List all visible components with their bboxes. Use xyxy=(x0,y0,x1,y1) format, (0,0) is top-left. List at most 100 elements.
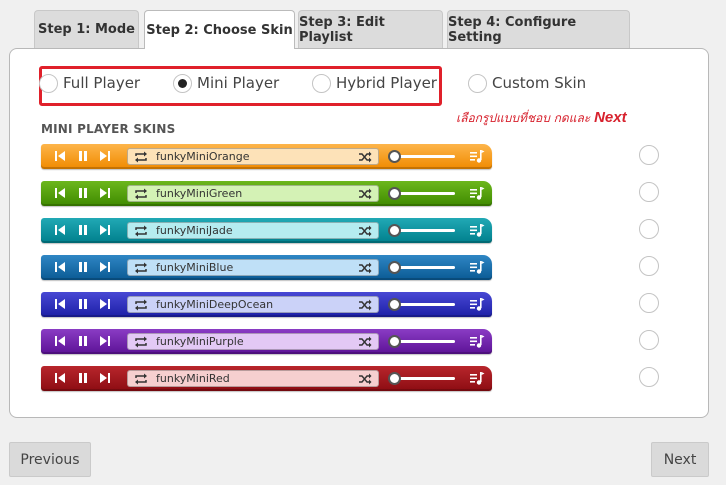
volume-track xyxy=(393,229,455,232)
track-display: funkyMiniRed xyxy=(127,370,379,387)
playlist-icon[interactable] xyxy=(469,186,485,201)
skin-name: funkyMiniPurple xyxy=(156,335,244,348)
volume-track xyxy=(393,192,455,195)
skip-forward-icon xyxy=(98,334,112,348)
skip-forward-icon xyxy=(98,186,112,200)
pause-icon xyxy=(76,334,90,348)
section-title: MINI PLAYER SKINS xyxy=(41,122,176,136)
skin-preview[interactable]: funkyMiniBlue xyxy=(41,255,492,280)
volume-knob[interactable] xyxy=(388,187,401,200)
skip-forward-icon xyxy=(98,260,112,274)
skin-radio[interactable] xyxy=(639,219,659,239)
skin-preview[interactable]: funkyMiniDeepOcean xyxy=(41,292,492,317)
skip-forward-icon xyxy=(98,371,112,385)
option-label: Hybrid Player xyxy=(336,74,437,92)
option-label: Mini Player xyxy=(197,74,280,92)
skip-back-icon xyxy=(53,149,67,163)
volume-track xyxy=(393,377,455,380)
skin-radio[interactable] xyxy=(639,182,659,202)
shuffle-icon xyxy=(359,225,372,237)
playlist-icon[interactable] xyxy=(469,371,485,386)
option-custom-skin[interactable]: Custom Skin xyxy=(468,71,586,95)
repeat-icon xyxy=(135,299,147,311)
playlist-icon[interactable] xyxy=(469,149,485,164)
volume-knob[interactable] xyxy=(388,150,401,163)
annotation-text: เลือกรูปแบบที่ชอบ กดและ xyxy=(456,111,595,125)
option-label: Full Player xyxy=(63,74,141,92)
tab-choose-skin[interactable]: Step 2: Choose Skin xyxy=(144,10,295,49)
repeat-icon xyxy=(135,151,147,163)
pause-icon xyxy=(76,223,90,237)
track-display: funkyMiniJade xyxy=(127,222,379,239)
track-display: funkyMiniGreen xyxy=(127,185,379,202)
shuffle-icon xyxy=(359,336,372,348)
pause-icon xyxy=(76,149,90,163)
track-display: funkyMiniOrange xyxy=(127,148,379,165)
pause-icon xyxy=(76,371,90,385)
skin-radio[interactable] xyxy=(639,293,659,313)
shuffle-icon xyxy=(359,373,372,385)
hybrid-player-radio[interactable] xyxy=(312,73,331,93)
previous-button[interactable]: Previous xyxy=(9,442,91,477)
shuffle-icon xyxy=(359,262,372,274)
skip-back-icon xyxy=(53,297,67,311)
skin-radio[interactable] xyxy=(639,145,659,165)
option-label: Custom Skin xyxy=(492,74,587,92)
option-mini-player[interactable]: Mini Player xyxy=(173,71,279,95)
pause-icon xyxy=(76,186,90,200)
option-full-player[interactable]: Full Player xyxy=(39,71,140,95)
tab-edit-playlist[interactable]: Step 3: Edit Playlist xyxy=(298,10,443,48)
skin-radio[interactable] xyxy=(639,256,659,276)
skin-row-funkyMiniRed[interactable]: funkyMiniRed xyxy=(41,366,701,392)
repeat-icon xyxy=(135,225,147,237)
skip-back-icon xyxy=(53,334,67,348)
playlist-icon[interactable] xyxy=(469,260,485,275)
track-display: funkyMiniBlue xyxy=(127,259,379,276)
skin-preview[interactable]: funkyMiniRed xyxy=(41,366,492,391)
full-player-radio[interactable] xyxy=(39,73,58,93)
skin-panel: Full Player Mini Player Hybrid Player Cu… xyxy=(9,48,709,418)
skin-preview[interactable]: funkyMiniJade xyxy=(41,218,492,243)
tab-configure-setting[interactable]: Step 4: Configure Setting xyxy=(447,10,630,48)
skin-row-funkyMiniJade[interactable]: funkyMiniJade xyxy=(41,218,701,244)
playlist-icon[interactable] xyxy=(469,223,485,238)
volume-track xyxy=(393,266,455,269)
skin-row-funkyMiniGreen[interactable]: funkyMiniGreen xyxy=(41,181,701,207)
next-button[interactable]: Next xyxy=(651,442,709,477)
volume-knob[interactable] xyxy=(388,261,401,274)
skin-row-funkyMiniDeepOcean[interactable]: funkyMiniDeepOcean xyxy=(41,292,701,318)
skin-preview[interactable]: funkyMiniOrange xyxy=(41,144,492,169)
skin-name: funkyMiniDeepOcean xyxy=(156,298,274,311)
volume-knob[interactable] xyxy=(388,298,401,311)
skin-preview[interactable]: funkyMiniPurple xyxy=(41,329,492,354)
skip-back-icon xyxy=(53,260,67,274)
volume-knob[interactable] xyxy=(388,224,401,237)
option-hybrid-player[interactable]: Hybrid Player xyxy=(312,71,437,95)
tab-mode[interactable]: Step 1: Mode xyxy=(34,10,139,48)
playlist-icon[interactable] xyxy=(469,297,485,312)
playlist-icon[interactable] xyxy=(469,334,485,349)
mini-player-radio[interactable] xyxy=(173,73,192,93)
repeat-icon xyxy=(135,373,147,385)
skin-name: funkyMiniOrange xyxy=(156,150,250,163)
custom-skin-radio[interactable] xyxy=(468,73,487,93)
skin-name: funkyMiniRed xyxy=(156,372,230,385)
skin-radio[interactable] xyxy=(639,367,659,387)
skin-row-funkyMiniPurple[interactable]: funkyMiniPurple xyxy=(41,329,701,355)
annotation-note: เลือกรูปแบบที่ชอบ กดและ Next xyxy=(456,109,627,128)
volume-track xyxy=(393,340,455,343)
skip-back-icon xyxy=(53,371,67,385)
skin-preview[interactable]: funkyMiniGreen xyxy=(41,181,492,206)
volume-knob[interactable] xyxy=(388,335,401,348)
volume-knob[interactable] xyxy=(388,372,401,385)
skin-row-funkyMiniBlue[interactable]: funkyMiniBlue xyxy=(41,255,701,281)
pause-icon xyxy=(76,297,90,311)
skin-name: funkyMiniBlue xyxy=(156,261,234,274)
skin-radio[interactable] xyxy=(639,330,659,350)
skip-forward-icon xyxy=(98,223,112,237)
track-display: funkyMiniDeepOcean xyxy=(127,296,379,313)
repeat-icon xyxy=(135,188,147,200)
skip-back-icon xyxy=(53,223,67,237)
skin-row-funkyMiniOrange[interactable]: funkyMiniOrange xyxy=(41,144,701,170)
track-display: funkyMiniPurple xyxy=(127,333,379,350)
